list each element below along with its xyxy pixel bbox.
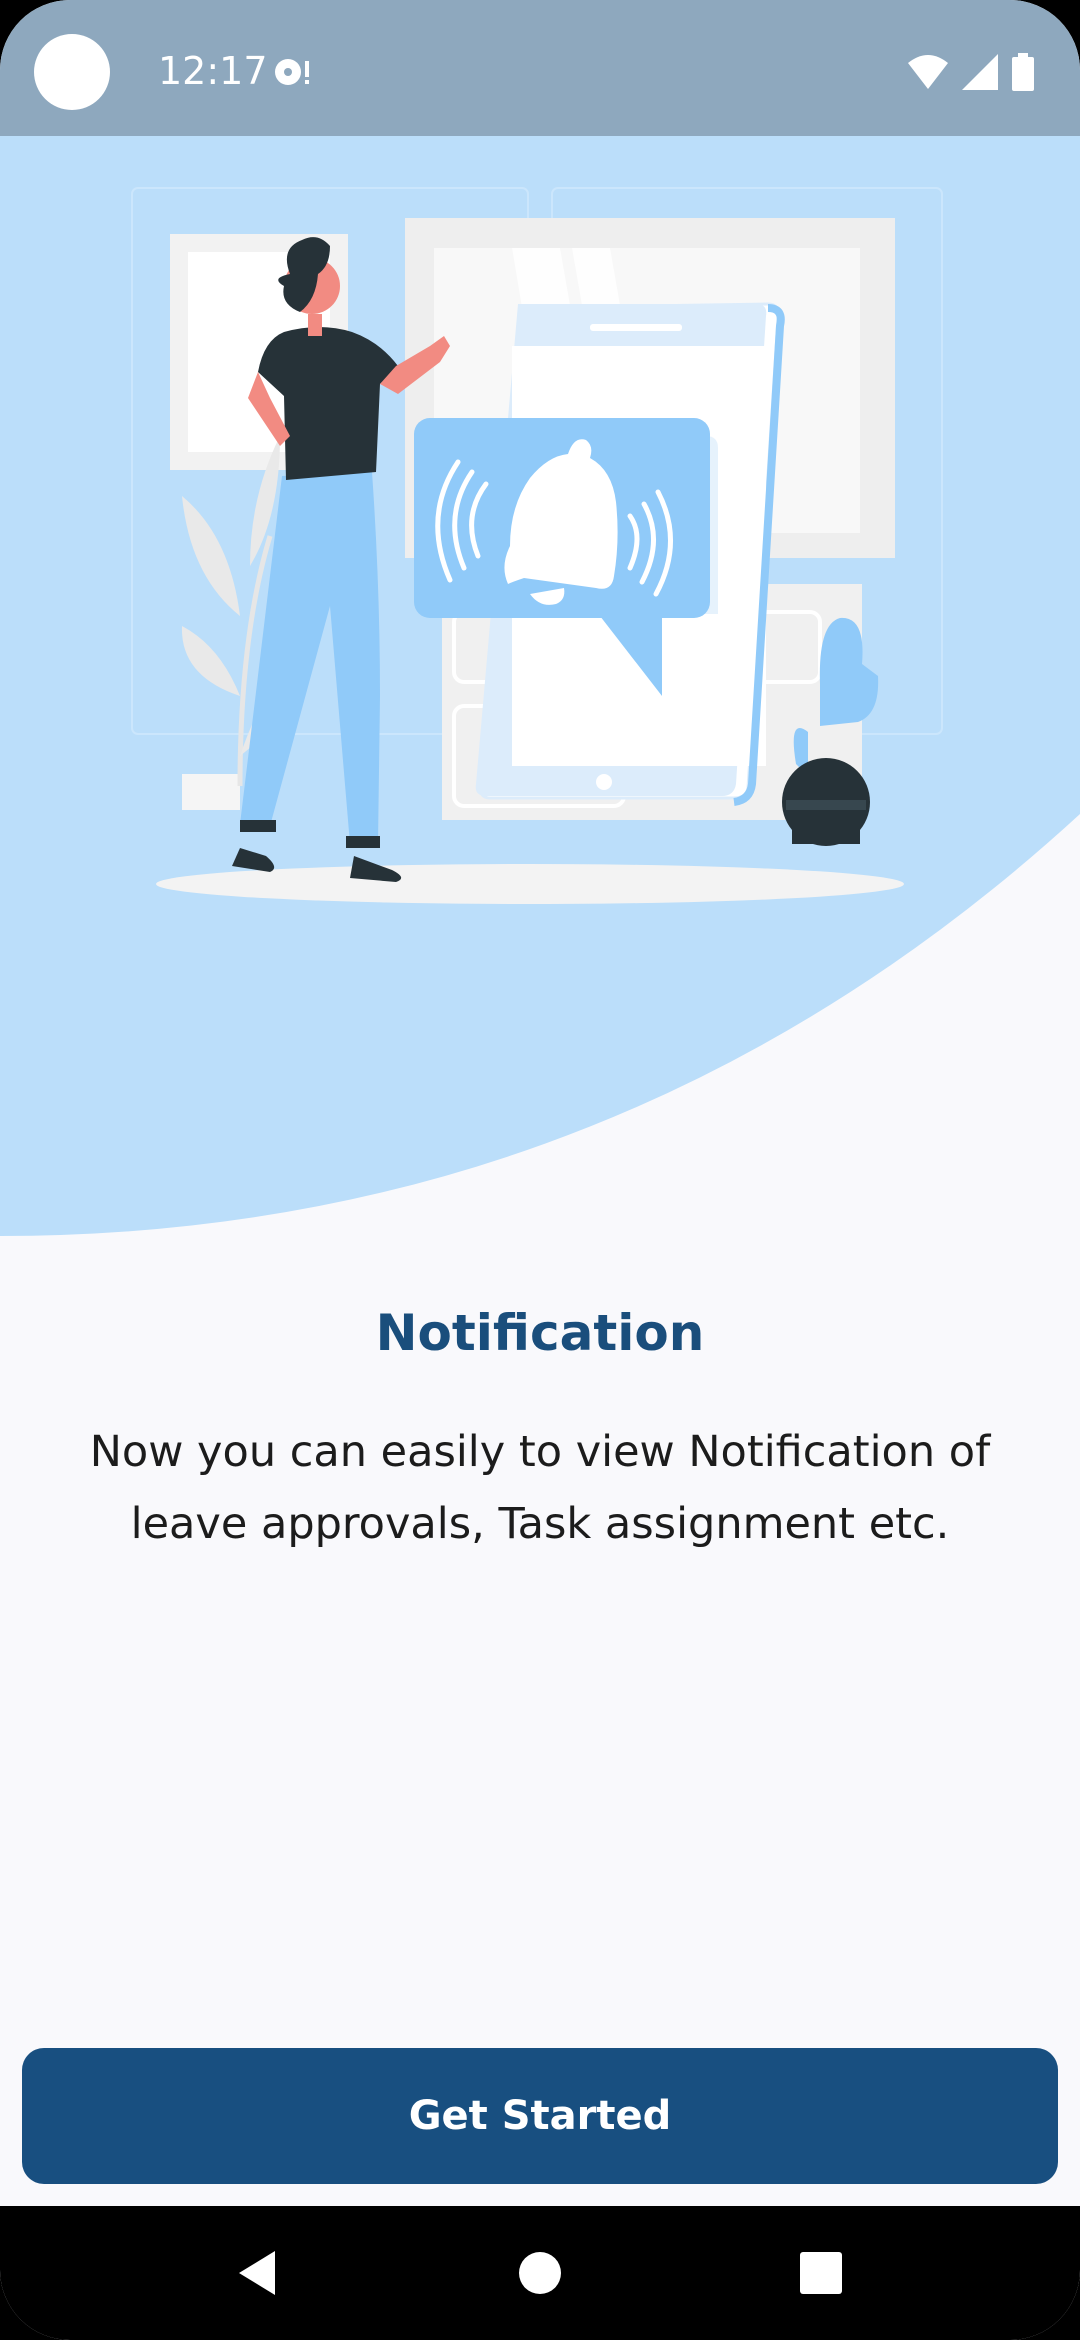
wifi-icon	[908, 55, 948, 89]
onboarding-description: Now you can easily to view Notification …	[89, 1427, 991, 1549]
home-button[interactable]	[495, 2228, 585, 2318]
home-icon	[519, 2252, 561, 2294]
page-title: Notification	[375, 1304, 705, 1362]
recents-button[interactable]	[776, 2228, 866, 2318]
back-button[interactable]	[212, 2228, 302, 2318]
recents-icon	[800, 2252, 842, 2294]
status-bar: 12:17	[0, 0, 1080, 136]
hero-illustration	[0, 136, 1080, 1240]
cell-signal-icon	[962, 54, 998, 90]
get-started-button[interactable]: Get Started	[22, 2048, 1058, 2184]
navigation-bar	[0, 2206, 1080, 2340]
back-icon	[239, 2251, 275, 2295]
onboarding-screen: 12:17 Notification Now you can easily to…	[0, 0, 1080, 2340]
sync-icon	[275, 59, 309, 85]
camera-cutout	[34, 34, 110, 110]
onboarding-content: Notification Now you can easily to view …	[0, 1280, 1080, 1560]
status-time: 12:17	[158, 49, 268, 93]
battery-icon	[1012, 53, 1034, 91]
